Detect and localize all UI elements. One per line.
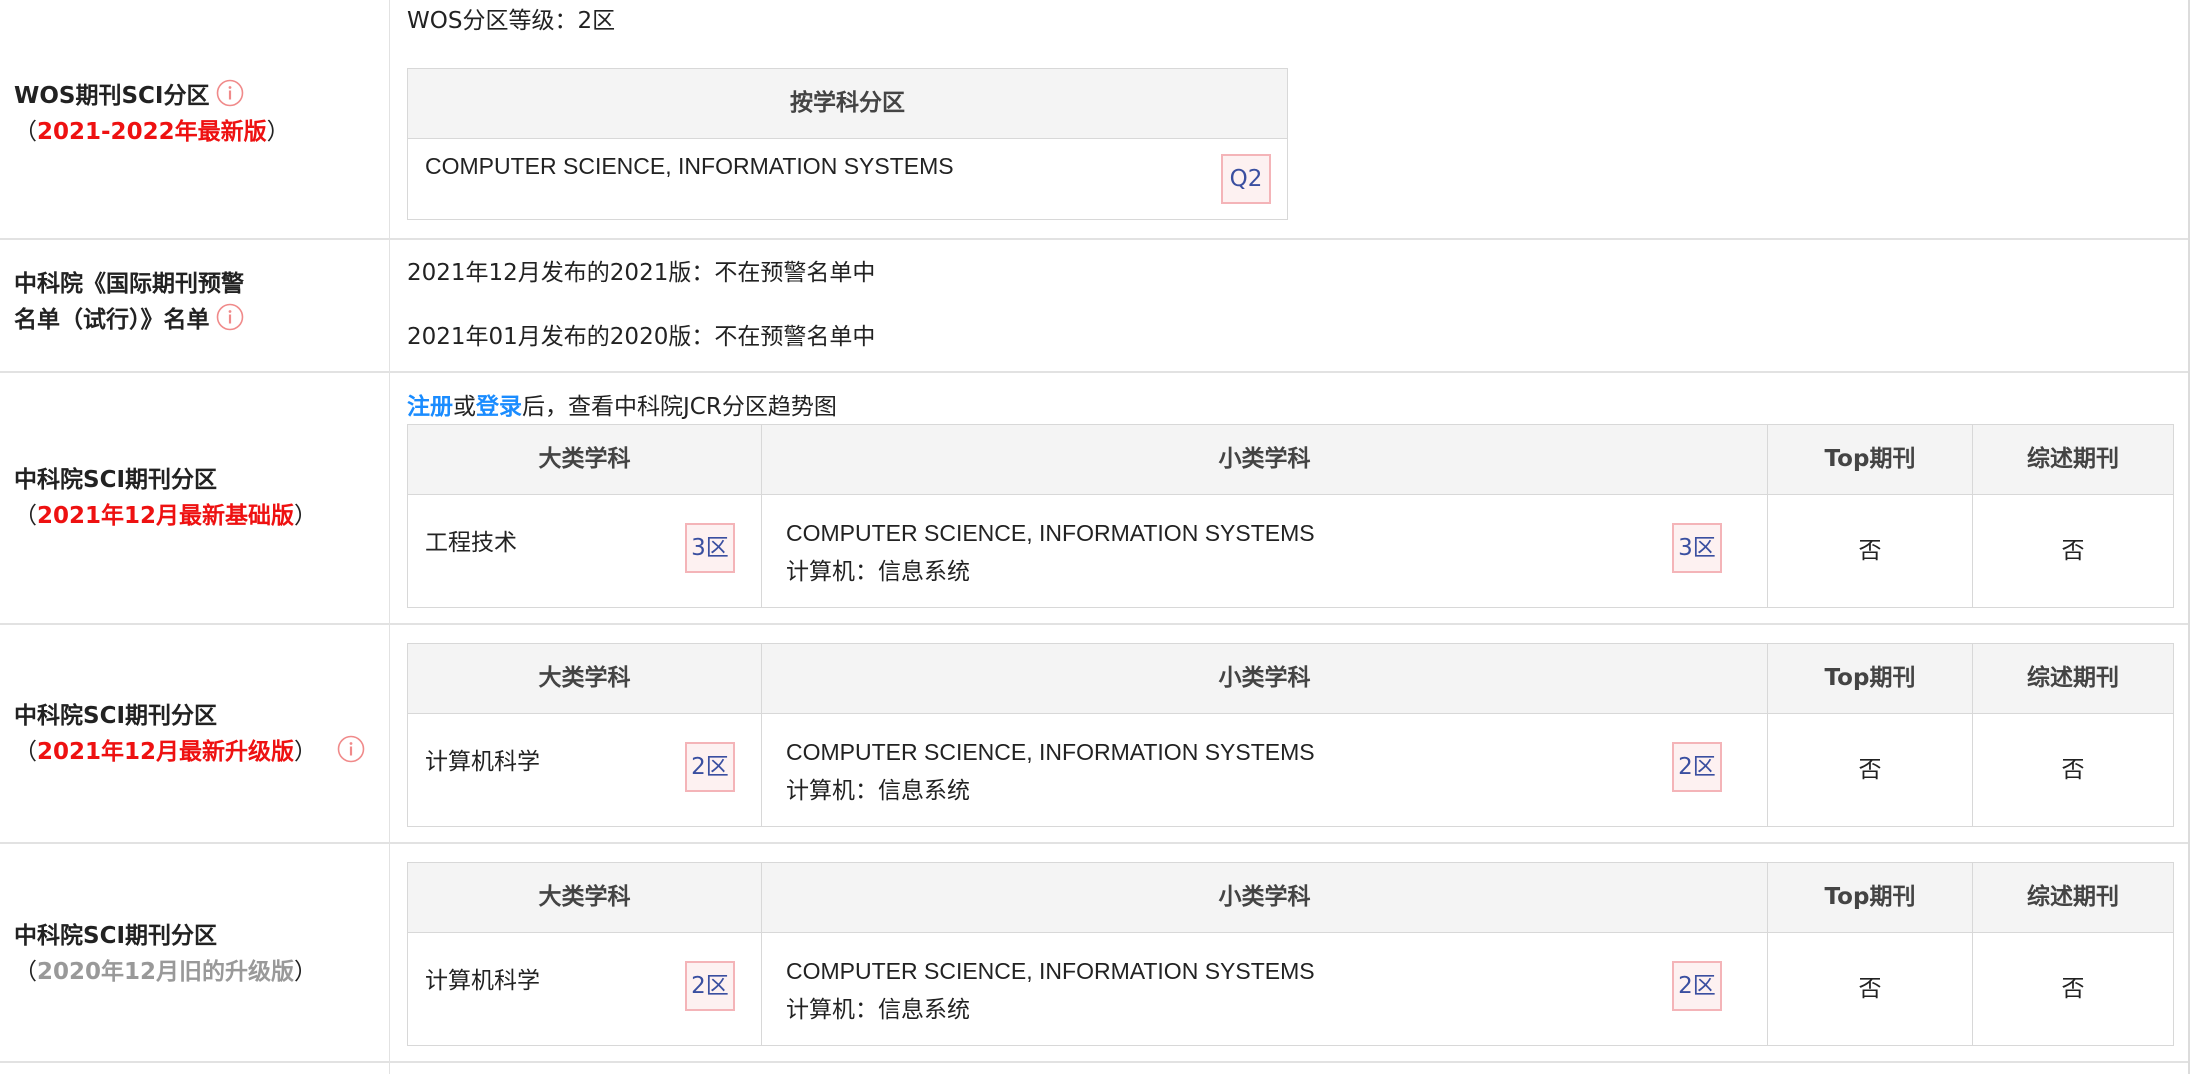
- table-row: 工程技术 3区 COMPUTER SCIENCE, INFORMATION SY…: [408, 495, 2173, 607]
- zone-badge[interactable]: 2区: [1672, 742, 1722, 792]
- small-category-en: COMPUTER SCIENCE, INFORMATION SYSTEMS: [786, 958, 1315, 984]
- cas-basic-table: 大类学科 小类学科 Top期刊 综述期刊 工程技术 3区 COMPUTER SC…: [407, 424, 2174, 608]
- wos-label-title: WOS期刊SCI分区: [14, 83, 210, 109]
- wos-subject-table: 按学科分区 COMPUTER SCIENCE, INFORMATION SYST…: [407, 68, 1288, 220]
- small-category-cn: 计算机：信息系统: [786, 997, 970, 1023]
- wos-row-label: WOS期刊SCI分区 （2021-2022年最新版）: [14, 78, 290, 150]
- label-close-paren: ）: [294, 959, 318, 985]
- wos-table-row: COMPUTER SCIENCE, INFORMATION SYSTEMS Q2: [408, 139, 1287, 220]
- row-divider: [0, 623, 2188, 625]
- big-category: 计算机科学: [425, 749, 540, 775]
- cas-label-title: 中科院SCI期刊分区: [14, 467, 218, 493]
- info-icon[interactable]: [337, 735, 365, 763]
- header-top-journal: Top期刊: [1824, 665, 1916, 691]
- header-review-journal: 综述期刊: [2027, 446, 2119, 472]
- review-journal-value: 否: [2061, 976, 2085, 1002]
- table-row: 计算机科学 2区 COMPUTER SCIENCE, INFORMATION S…: [408, 933, 2173, 1045]
- label-open-paren: （: [14, 959, 37, 985]
- header-small-category: 小类学科: [1218, 446, 1311, 472]
- cas-table-header: 大类学科 小类学科 Top期刊 综述期刊: [408, 644, 2173, 714]
- warning-row-label: 中科院《国际期刊预警 名单（试行）》名单: [14, 266, 244, 338]
- warning-2021-text: 2021年12月发布的2021版：不在预警名单中: [407, 260, 876, 286]
- cas-version-label: 2021年12月最新升级版: [37, 739, 295, 765]
- small-category-en: COMPUTER SCIENCE, INFORMATION SYSTEMS: [786, 520, 1315, 546]
- column-divider: [389, 0, 390, 1074]
- label-close-paren: ）: [294, 503, 318, 529]
- row-divider: [0, 238, 2188, 240]
- cas-table-header: 大类学科 小类学科 Top期刊 综述期刊: [408, 425, 2173, 495]
- cas-version-label: 2021年12月最新基础版: [37, 503, 295, 529]
- table-row: 计算机科学 2区 COMPUTER SCIENCE, INFORMATION S…: [408, 714, 2173, 826]
- register-link[interactable]: 注册: [407, 394, 453, 420]
- cas-old-row-label: 中科院SCI期刊分区 （2020年12月旧的升级版）: [14, 918, 317, 990]
- label-close-paren: ）: [266, 119, 290, 145]
- login-link[interactable]: 登录: [476, 394, 522, 420]
- wos-version-label: 2021-2022年最新版: [37, 119, 267, 145]
- warning-2020-text: 2021年01月发布的2020版：不在预警名单中: [407, 324, 876, 350]
- row-divider: [0, 842, 2188, 844]
- warning-label-line2: 名单（试行）》名单: [14, 307, 210, 333]
- cas-label-title: 中科院SCI期刊分区: [14, 703, 218, 729]
- wos-grade-text: WOS分区等级：2区: [407, 8, 616, 34]
- cas-version-label: 2020年12月旧的升级版: [37, 959, 295, 985]
- big-category: 计算机科学: [425, 968, 540, 994]
- label-open-paren: （: [14, 119, 37, 145]
- zone-badge[interactable]: 2区: [1672, 961, 1722, 1011]
- wos-table-header: 按学科分区: [408, 69, 1287, 139]
- zone-badge[interactable]: 2区: [685, 742, 735, 792]
- header-small-category: 小类学科: [1218, 665, 1311, 691]
- or-text: 或: [453, 394, 476, 420]
- review-journal-value: 否: [2061, 757, 2085, 783]
- quartile-badge[interactable]: Q2: [1221, 154, 1271, 204]
- big-category: 工程技术: [425, 530, 517, 556]
- label-close-paren: ）: [294, 739, 318, 765]
- top-journal-value: 否: [1858, 757, 1882, 783]
- header-big-category: 大类学科: [538, 665, 631, 691]
- right-border: [2188, 0, 2190, 1074]
- register-login-note: 注册或登录后，查看中科院JCR分区趋势图: [407, 392, 837, 422]
- zone-badge[interactable]: 3区: [1672, 523, 1722, 573]
- label-open-paren: （: [14, 503, 37, 529]
- header-review-journal: 综述期刊: [2027, 665, 2119, 691]
- cas-upgrade-table: 大类学科 小类学科 Top期刊 综述期刊 计算机科学 2区 COMPUTER S…: [407, 643, 2174, 827]
- info-icon[interactable]: [216, 303, 244, 331]
- top-journal-value: 否: [1858, 538, 1882, 564]
- info-icon[interactable]: [216, 79, 244, 107]
- journal-ranking-page: WOS期刊SCI分区 （2021-2022年最新版） WOS分区等级：2区 按学…: [0, 0, 2196, 1074]
- trend-note-text: 后，查看中科院JCR分区趋势图: [522, 394, 837, 420]
- row-divider: [0, 1061, 2188, 1063]
- zone-badge[interactable]: 2区: [685, 961, 735, 1011]
- header-big-category: 大类学科: [538, 884, 631, 910]
- small-category-en: COMPUTER SCIENCE, INFORMATION SYSTEMS: [786, 739, 1315, 765]
- label-open-paren: （: [14, 739, 37, 765]
- header-review-journal: 综述期刊: [2027, 884, 2119, 910]
- top-journal-value: 否: [1858, 976, 1882, 1002]
- header-top-journal: Top期刊: [1824, 446, 1916, 472]
- cas-upgrade-row-label: 中科院SCI期刊分区 （2021年12月最新升级版）: [14, 698, 365, 770]
- header-top-journal: Top期刊: [1824, 884, 1916, 910]
- row-divider: [0, 371, 2188, 373]
- zone-badge[interactable]: 3区: [685, 523, 735, 573]
- small-category-cn: 计算机：信息系统: [786, 778, 970, 804]
- review-journal-value: 否: [2061, 538, 2085, 564]
- header-big-category: 大类学科: [538, 446, 631, 472]
- cas-basic-row-label: 中科院SCI期刊分区 （2021年12月最新基础版）: [14, 462, 317, 534]
- warning-label-line1: 中科院《国际期刊预警: [14, 271, 244, 297]
- wos-subject: COMPUTER SCIENCE, INFORMATION SYSTEMS: [425, 153, 954, 179]
- cas-old-table: 大类学科 小类学科 Top期刊 综述期刊 计算机科学 2区 COMPUTER S…: [407, 862, 2174, 1046]
- cas-label-title: 中科院SCI期刊分区: [14, 923, 218, 949]
- small-category-cn: 计算机：信息系统: [786, 559, 970, 585]
- cas-table-header: 大类学科 小类学科 Top期刊 综述期刊: [408, 863, 2173, 933]
- header-small-category: 小类学科: [1218, 884, 1311, 910]
